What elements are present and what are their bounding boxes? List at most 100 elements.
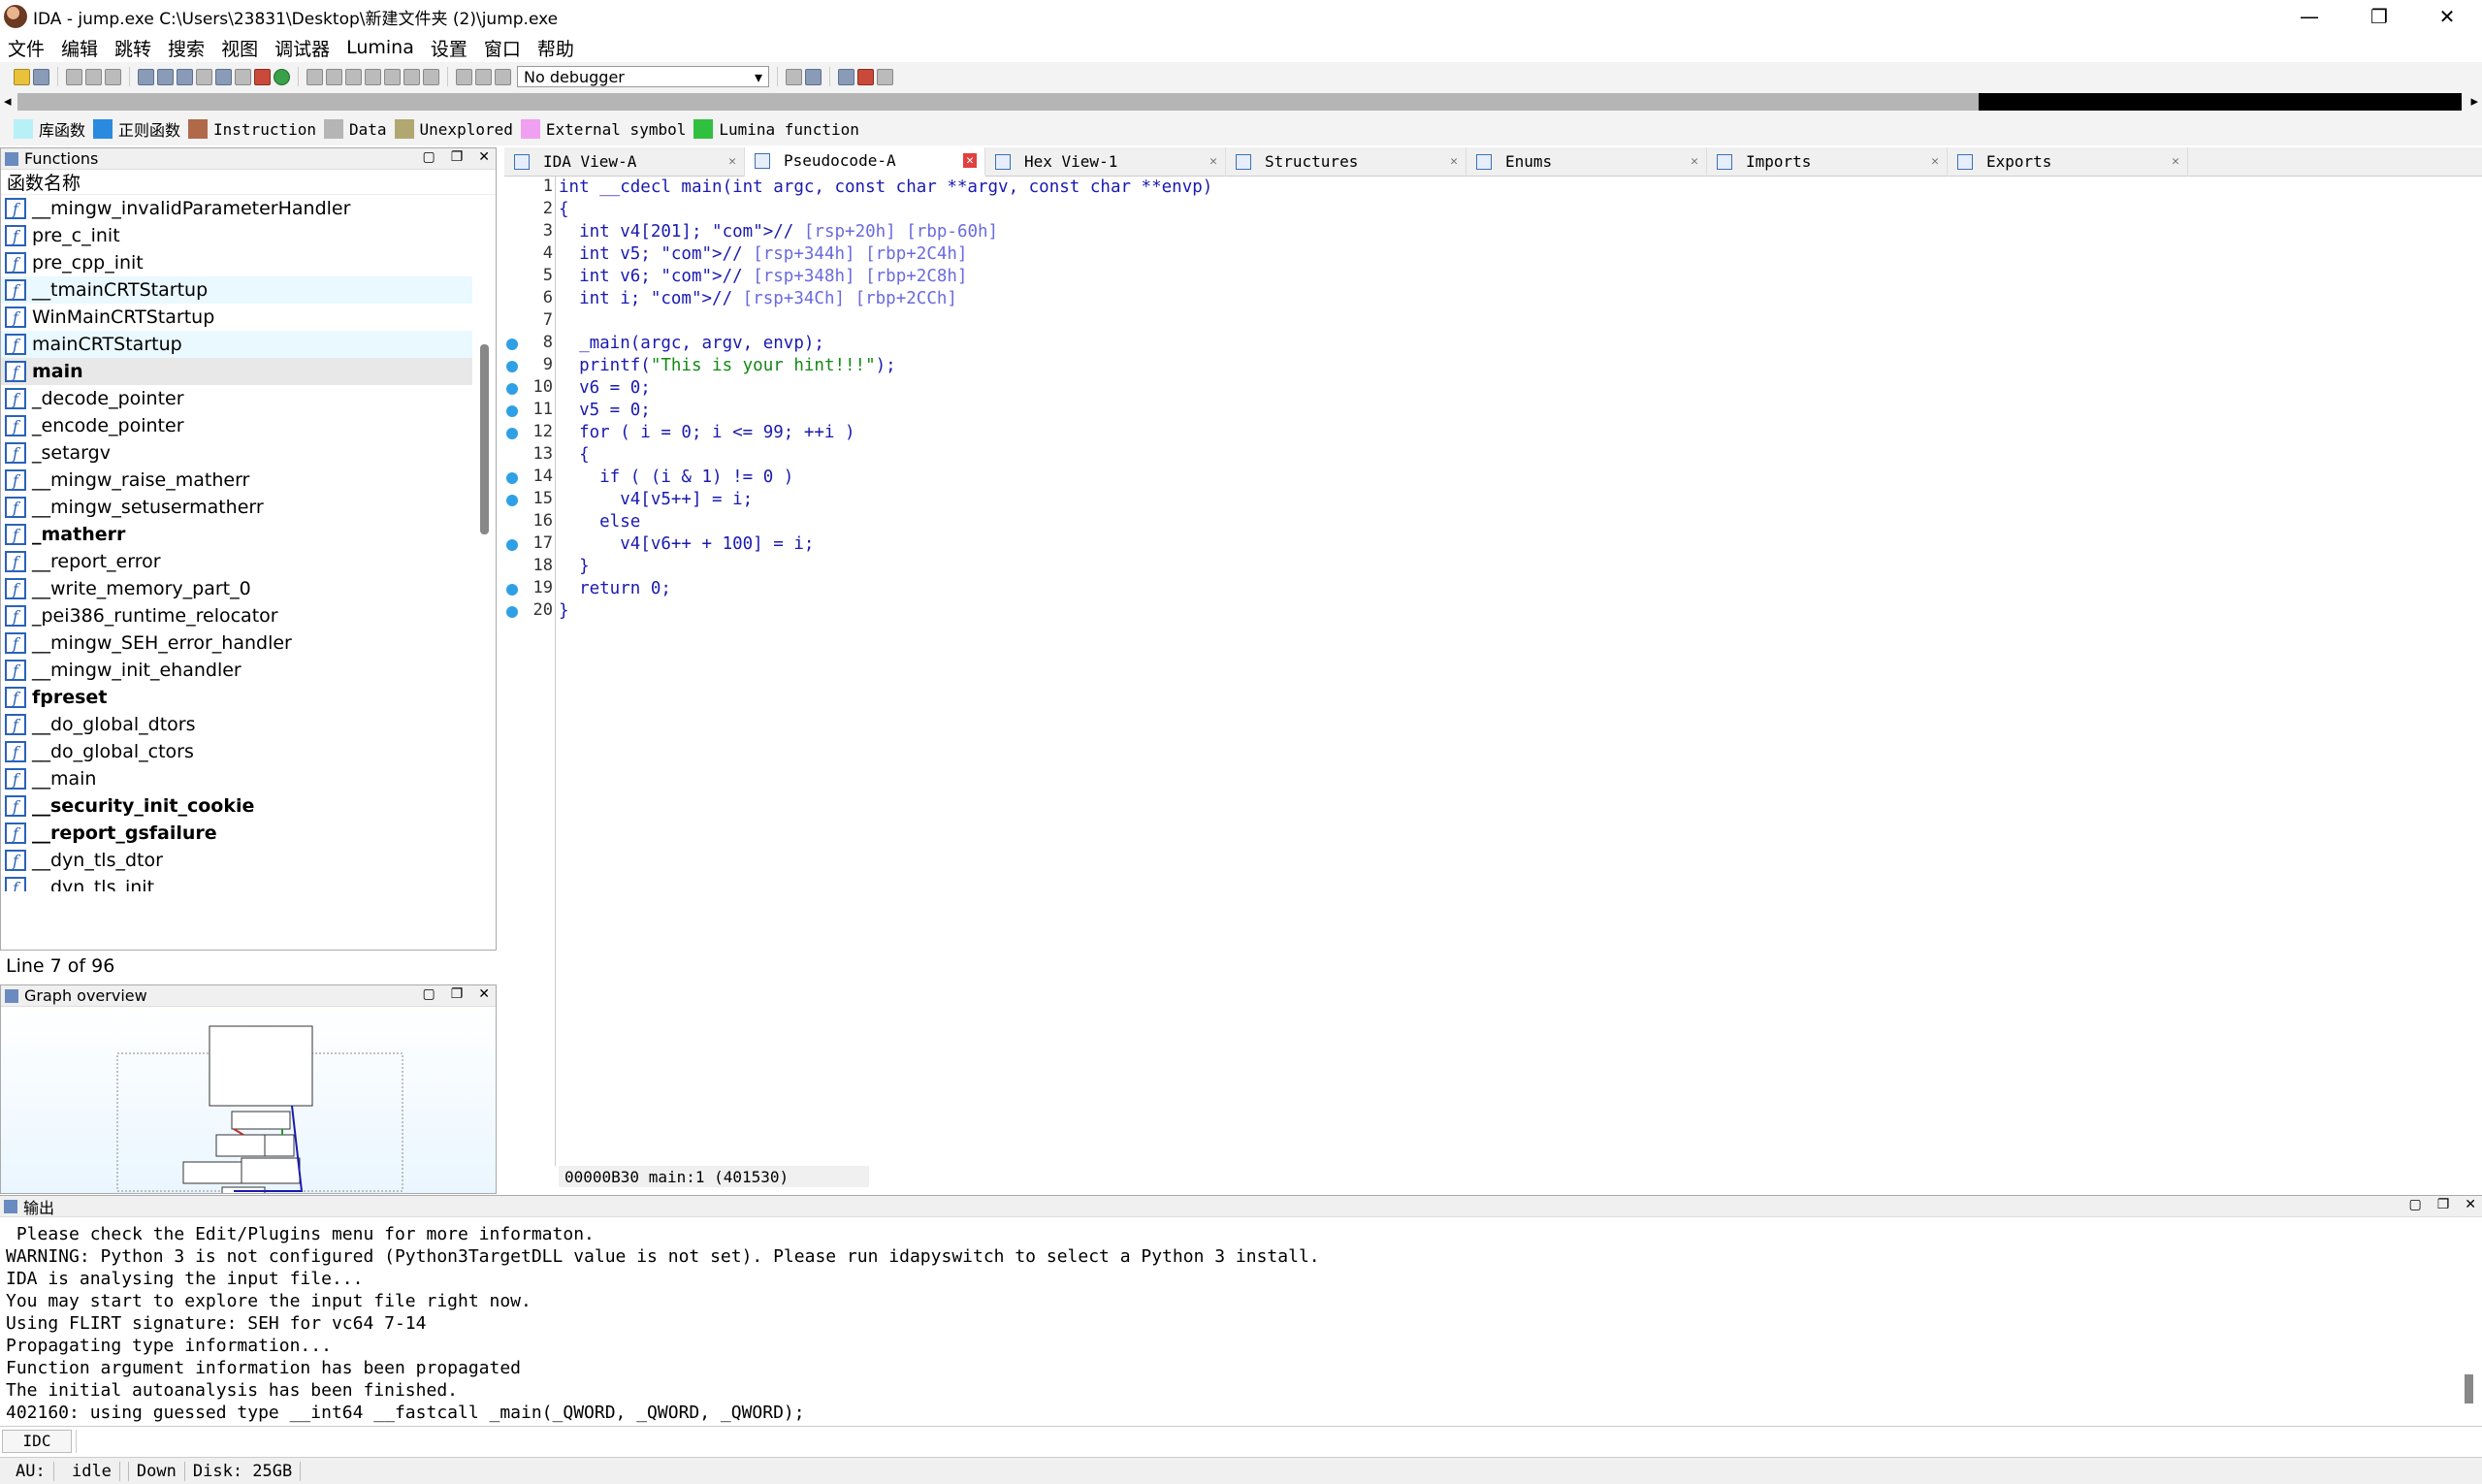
breakpoint-dot-icon[interactable] [506, 495, 518, 506]
menu-item-1[interactable]: 编辑 [53, 35, 107, 61]
text-search-icon[interactable] [157, 68, 174, 85]
code-line[interactable]: { [559, 444, 2460, 467]
tab-close-icon[interactable]: ✕ [2172, 154, 2179, 169]
code-line[interactable]: { [559, 199, 2460, 221]
code-line[interactable]: printf("This is your hint!!!"); [559, 355, 2460, 377]
close-button[interactable]: ✕ [2412, 0, 2482, 33]
code-line[interactable]: for ( i = 0; i <= 99; ++i ) [559, 422, 2460, 444]
breakpoint-dot-icon[interactable] [506, 361, 518, 372]
scrollbar-thumb[interactable] [2465, 1374, 2473, 1403]
scrollbar-thumb[interactable] [480, 344, 489, 534]
panel-close-icon[interactable]: ✕ [2465, 1197, 2476, 1212]
code-line[interactable]: int v6; "com">// [rsp+348h] [rbp+2C8h] [559, 266, 2460, 288]
tab-close-icon[interactable]: ✕ [728, 154, 736, 169]
menu-item-0[interactable]: 文件 [0, 35, 53, 61]
code-line[interactable] [559, 310, 2460, 333]
code-line[interactable]: } [559, 556, 2460, 578]
code-line[interactable]: v6 = 0; [559, 377, 2460, 400]
tab-structures[interactable]: Structures ✕ [1226, 146, 1467, 177]
menu-item-3[interactable]: 搜索 [160, 35, 213, 61]
function-row[interactable]: f __mingw_setusermatherr [1, 494, 472, 521]
function-row[interactable]: f __dyn_tls_dtor [1, 847, 472, 874]
back-icon[interactable] [66, 68, 82, 85]
open-icon[interactable] [14, 68, 30, 85]
idc-language-button[interactable]: IDC [2, 1429, 72, 1453]
function-row[interactable]: f __mingw_SEH_error_handler [1, 629, 472, 657]
panel-pin-icon[interactable]: ❐ [451, 149, 464, 165]
tab-close-icon[interactable]: ✕ [1691, 154, 1698, 169]
make-data-icon[interactable] [326, 68, 342, 85]
function-list-scrollbar[interactable] [476, 199, 492, 889]
function-row[interactable]: f __report_gsfailure [1, 820, 472, 847]
function-row[interactable]: f __security_init_cookie [1, 792, 472, 820]
panel-close-icon[interactable]: ✕ [478, 986, 490, 1002]
code-line[interactable]: } [559, 600, 2460, 623]
code-line[interactable]: int v4[201]; "com">// [rsp+20h] [rbp-60h… [559, 221, 2460, 243]
tab-ida-view-a[interactable]: IDA View-A ✕ [504, 146, 745, 177]
cross-icon[interactable] [423, 68, 439, 85]
next-search-icon[interactable] [177, 68, 193, 85]
panel-float-icon[interactable]: ▢ [2408, 1197, 2421, 1212]
play-icon[interactable] [456, 68, 472, 85]
code-line[interactable]: else [559, 511, 2460, 533]
breakpoint-dot-icon[interactable] [506, 539, 518, 551]
function-row[interactable]: f __mingw_raise_matherr [1, 467, 472, 494]
remove-breakpoint-icon[interactable] [877, 68, 893, 85]
panel-float-icon[interactable]: ▢ [422, 149, 435, 165]
function-row[interactable]: f _pei386_runtime_relocator [1, 602, 472, 629]
function-row[interactable]: f __dyn_tls_init [1, 874, 472, 891]
tab-close-icon[interactable]: ✕ [1450, 154, 1458, 169]
history-icon[interactable] [105, 68, 121, 85]
function-row[interactable]: f _encode_pointer [1, 412, 472, 439]
forward-icon[interactable] [85, 68, 102, 85]
undefine-icon[interactable] [384, 68, 401, 85]
breakpoint-dot-icon[interactable] [506, 584, 518, 596]
save-icon[interactable] [33, 68, 49, 85]
make-array-icon[interactable] [365, 68, 381, 85]
code-line[interactable]: int __cdecl main(int argc, const char **… [559, 177, 2460, 199]
menu-item-9[interactable]: 帮助 [530, 35, 583, 61]
function-row[interactable]: f _setargv [1, 439, 472, 467]
code-line[interactable]: return 0; [559, 578, 2460, 600]
code-line[interactable]: int v5; "com">// [rsp+344h] [rbp+2C4h] [559, 243, 2460, 266]
nav-left-arrow-icon[interactable]: ◂ [4, 92, 12, 110]
add-breakpoint-icon[interactable] [857, 68, 874, 85]
tab-close-icon[interactable]: ✕ [1931, 154, 1939, 169]
make-string-icon[interactable] [345, 68, 362, 85]
panel-close-icon[interactable]: ✕ [478, 149, 490, 165]
step-icon[interactable] [786, 68, 802, 85]
menu-item-7[interactable]: 设置 [423, 35, 476, 61]
code-line[interactable]: v5 = 0; [559, 400, 2460, 422]
breakpoint-dot-icon[interactable] [506, 606, 518, 618]
make-code-icon[interactable] [306, 68, 323, 85]
code-line[interactable]: _main(argc, argv, envp); [559, 333, 2460, 355]
breakpoint-dot-icon[interactable] [506, 383, 518, 395]
menu-item-2[interactable]: 跳转 [107, 35, 160, 61]
breakpoint-dot-icon[interactable] [506, 405, 518, 417]
binary-search-icon[interactable] [138, 68, 154, 85]
function-row[interactable]: f _decode_pointer [1, 385, 472, 412]
function-row[interactable]: f __tmainCRTStartup [1, 276, 472, 304]
jump-down-icon[interactable] [215, 68, 232, 85]
function-row[interactable]: f WinMainCRTStartup [1, 304, 472, 331]
tab-imports[interactable]: Imports ✕ [1707, 146, 1948, 177]
function-row[interactable]: f __mingw_init_ehandler [1, 657, 472, 684]
function-row[interactable]: f __do_global_dtors [1, 711, 472, 738]
tab-enums[interactable]: Enums ✕ [1467, 146, 1707, 177]
function-row[interactable]: f __write_memory_part_0 [1, 575, 472, 602]
command-input[interactable] [76, 1429, 2482, 1453]
rename-icon[interactable] [403, 68, 420, 85]
graph-icon[interactable] [254, 68, 271, 85]
panel-float-icon[interactable]: ▢ [422, 986, 435, 1002]
debugger-select[interactable]: No debugger ▾ [517, 66, 769, 87]
pseudocode-view[interactable]: 1 2 3 4 5 6 7 8 9 10 11 12 13 14 15 16 17 18 19 20 int __cd… [504, 177, 2482, 1193]
tab-exports[interactable]: Exports ✕ [1948, 146, 2188, 177]
graph-overview-canvas[interactable] [1, 1007, 496, 1193]
function-row[interactable]: f __main [1, 765, 472, 792]
nav-right-arrow-icon[interactable]: ▸ [2470, 92, 2478, 110]
tab-close-icon[interactable]: ✕ [963, 153, 977, 168]
menu-item-6[interactable]: Lumina [338, 37, 423, 58]
tab-close-icon[interactable]: ✕ [1209, 154, 1217, 169]
refresh-icon[interactable] [805, 68, 822, 85]
find-code-icon[interactable] [196, 68, 212, 85]
